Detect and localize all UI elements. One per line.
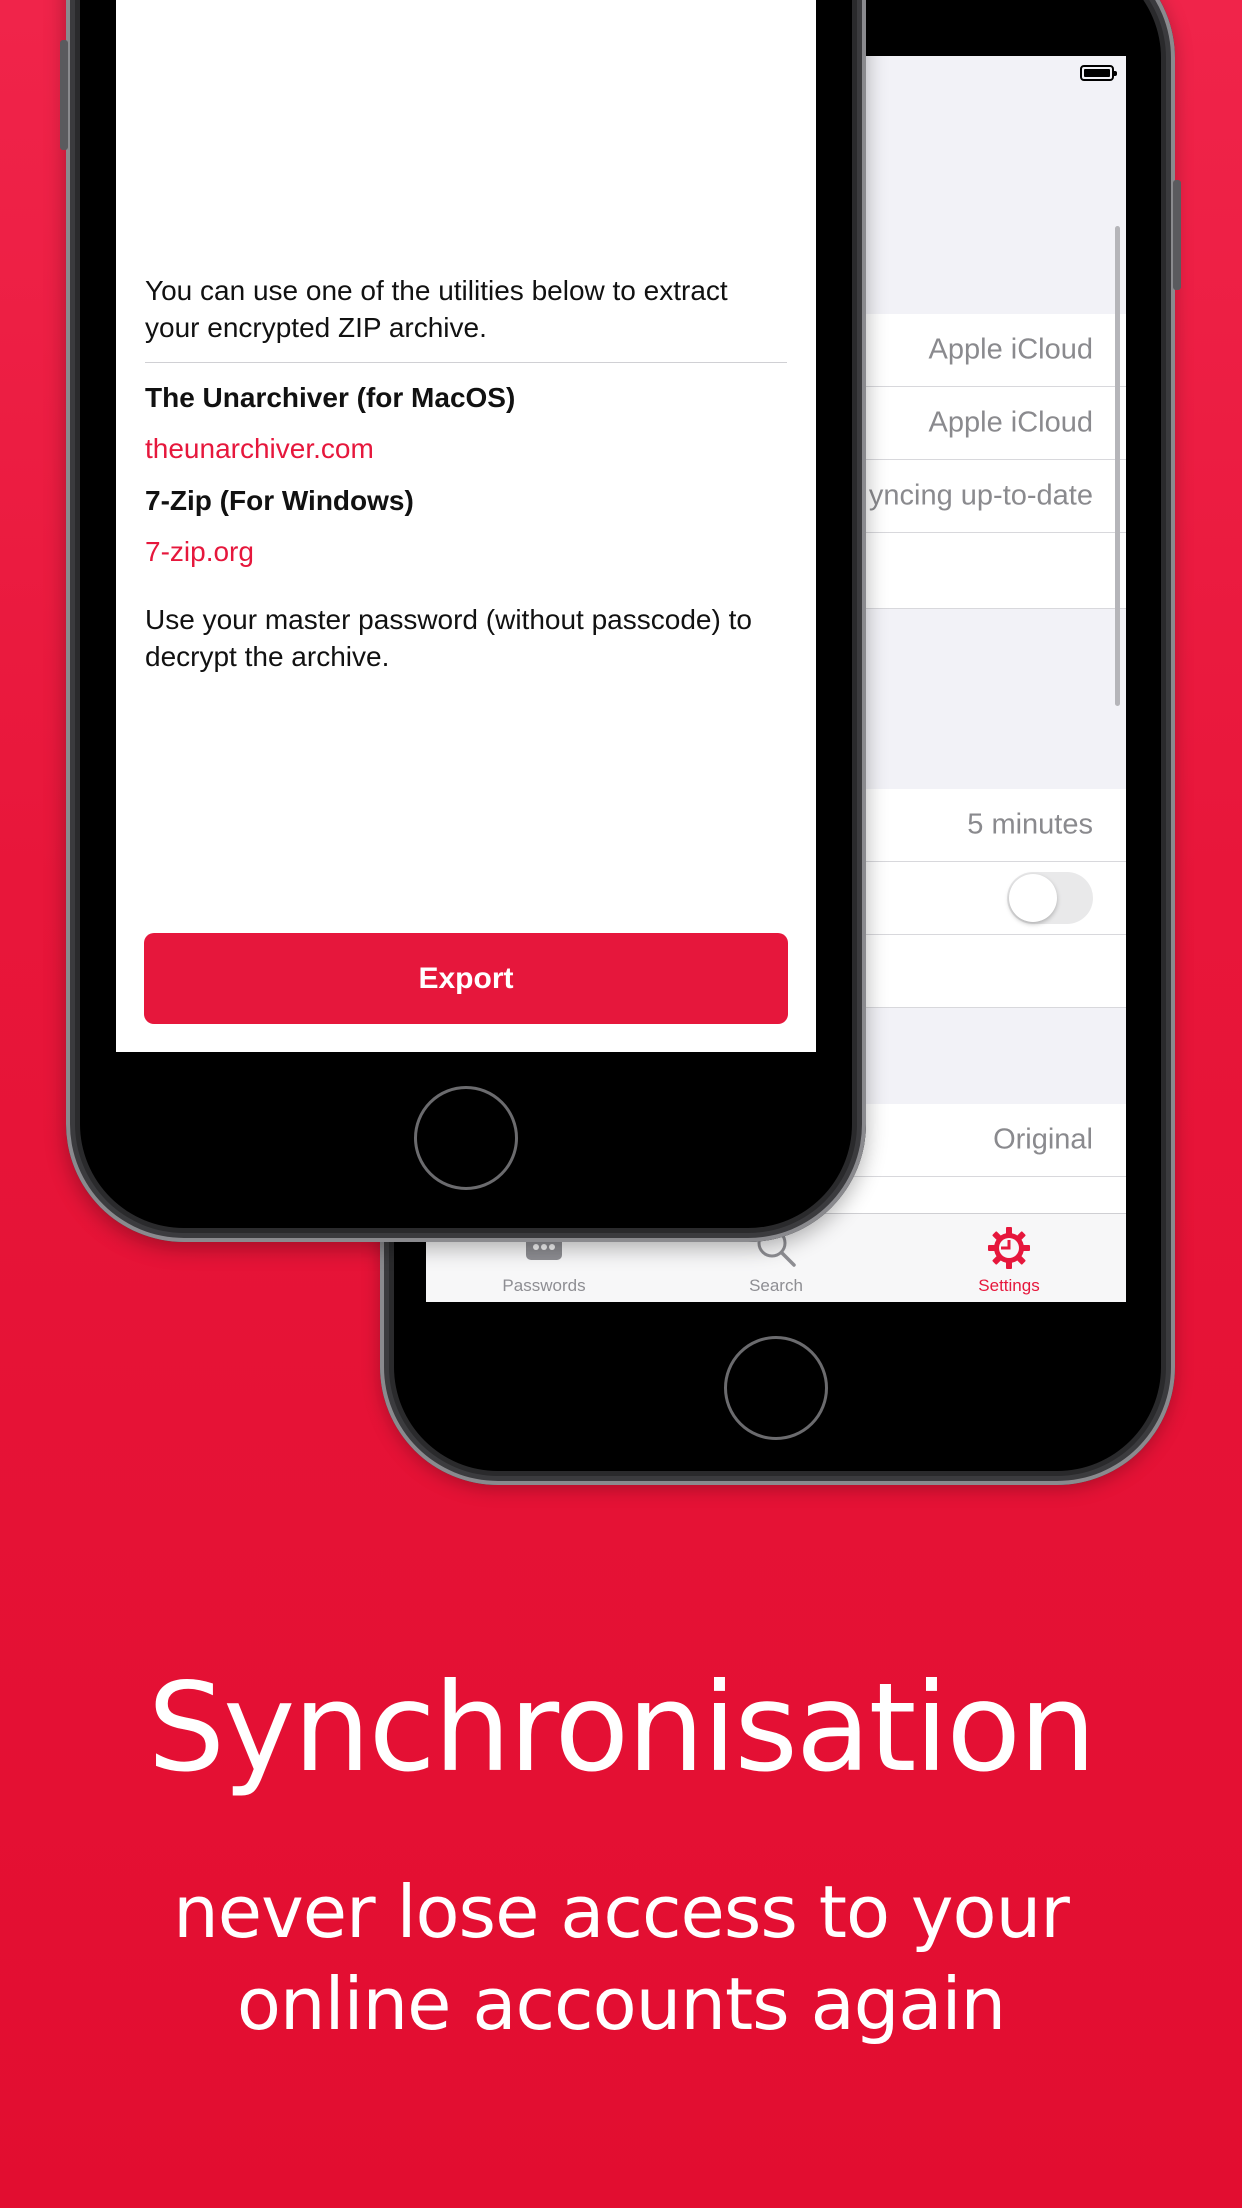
headline: Synchronisation [147,1657,1097,1799]
export-screen: You can use one of the utilities below t… [116,0,816,1052]
tab-label: Passwords [502,1276,586,1295]
intro-text: You can use one of the utilities below t… [145,275,728,343]
export-button[interactable]: Export [144,933,788,1024]
tab-settings[interactable]: Settings [929,1214,1089,1302]
subline-line: online accounts again [236,1962,1006,2046]
battery-icon [1080,65,1117,81]
tab-label: Settings [978,1276,1040,1295]
back-phone-side-button [1173,180,1181,290]
scrollbar[interactable] [1115,226,1120,706]
front-phone-home-button[interactable] [414,1086,518,1190]
utility-link-unarchiver[interactable]: theunarchiver.com [145,430,374,467]
back-phone-home-button[interactable] [724,1336,828,1440]
settings-gear-icon [987,1226,1031,1275]
row-value: Apple iCloud [928,406,1093,439]
toggle-switch[interactable] [1007,872,1093,924]
subline: never lose access to your online account… [0,1866,1242,2050]
utility-name: The Unarchiver (for MacOS) [145,382,516,413]
row-value: yncing up-to-date [868,479,1093,512]
instruction-text: Use your master password (without passco… [145,604,752,672]
tab-label: Search [749,1276,803,1295]
utility-name: 7-Zip (For Windows) [145,485,414,516]
front-phone-side-button [60,40,68,150]
subline-line: never lose access to your [173,1870,1070,1954]
row-value: Apple iCloud [928,333,1093,366]
toggle-knob [1009,874,1057,922]
row-value: 5 minutes [967,808,1093,841]
divider [145,362,787,363]
utility-link-7zip[interactable]: 7-zip.org [145,533,254,570]
row-value: Original [993,1123,1093,1156]
